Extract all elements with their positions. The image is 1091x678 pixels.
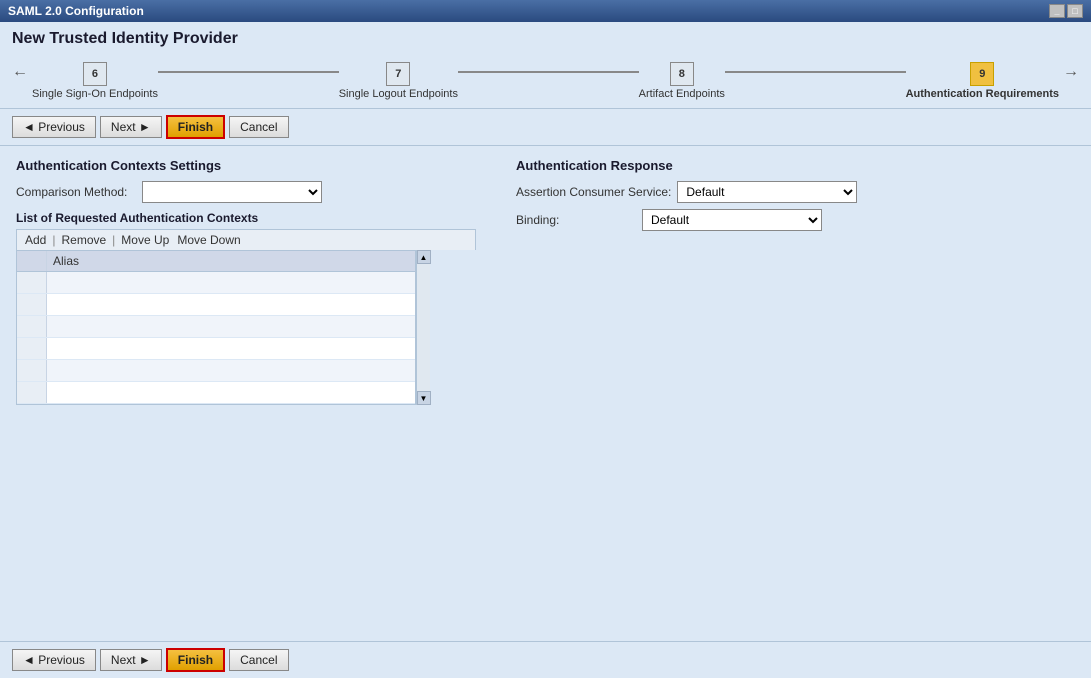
wizard-step-7-num: 7	[386, 62, 410, 86]
bottom-toolbar: ◄ Previous Next ► Finish Cancel	[0, 641, 1091, 678]
content-area: Authentication Contexts Settings Compari…	[0, 146, 1091, 641]
step-line-7-8	[458, 71, 639, 73]
step-line-8-9	[725, 71, 906, 73]
assertion-consumer-label: Assertion Consumer Service:	[516, 185, 671, 199]
table-row	[17, 338, 415, 360]
left-panel: Authentication Contexts Settings Compari…	[16, 158, 476, 629]
minimize-button[interactable]: _	[1049, 4, 1065, 18]
wizard-step-8-label: Artifact Endpoints	[639, 88, 725, 100]
auth-context-list: Alias	[16, 250, 476, 405]
list-table-header: Alias	[17, 251, 415, 272]
right-panel: Authentication Response Assertion Consum…	[516, 158, 1075, 629]
top-cancel-button[interactable]: Cancel	[229, 116, 288, 138]
row-num-1	[17, 272, 47, 293]
sep-2: |	[112, 233, 115, 247]
auth-contexts-section-title: Authentication Contexts Settings	[16, 158, 476, 173]
wizard-step-8: 8 Artifact Endpoints	[639, 62, 725, 100]
auth-response-section-title: Authentication Response	[516, 158, 1075, 173]
assertion-consumer-row: Assertion Consumer Service: Default	[516, 181, 1075, 203]
step-line-6-7	[158, 71, 339, 73]
binding-select[interactable]: Default	[642, 209, 822, 231]
assertion-consumer-select[interactable]: Default	[677, 181, 857, 203]
wizard-step-7: 7 Single Logout Endpoints	[339, 62, 458, 100]
row-num-3	[17, 316, 47, 337]
window-header: New Trusted Identity Provider ← 6 Single…	[0, 22, 1091, 109]
comparison-method-select[interactable]: exact minimum maximum better	[142, 181, 322, 203]
row-alias-6	[47, 382, 415, 403]
wizard-step-9-num: 9	[970, 62, 994, 86]
row-num-2	[17, 294, 47, 315]
wizard-arrow-right-icon: →	[1063, 63, 1079, 81]
bottom-next-button[interactable]: Next ►	[100, 649, 162, 671]
title-bar: SAML 2.0 Configuration _ □	[0, 0, 1091, 22]
row-alias-3	[47, 316, 415, 337]
remove-button[interactable]: Remove	[57, 232, 110, 248]
row-alias-2	[47, 294, 415, 315]
bottom-cancel-button[interactable]: Cancel	[229, 649, 288, 671]
list-table: Alias	[16, 250, 416, 405]
row-num-4	[17, 338, 47, 359]
wizard-steps: ← 6 Single Sign-On Endpoints 7 Single Lo…	[12, 56, 1079, 104]
row-alias-1	[47, 272, 415, 293]
page-title: New Trusted Identity Provider	[12, 30, 1079, 48]
row-alias-4	[47, 338, 415, 359]
binding-row: Binding: Default	[516, 209, 1075, 231]
comparison-method-label: Comparison Method:	[16, 185, 136, 199]
table-row	[17, 294, 415, 316]
wizard-step-6-label: Single Sign-On Endpoints	[32, 88, 158, 100]
row-num-6	[17, 382, 47, 403]
main-window: New Trusted Identity Provider ← 6 Single…	[0, 22, 1091, 678]
list-section-title: List of Requested Authentication Context…	[16, 211, 476, 225]
table-row	[17, 360, 415, 382]
top-previous-button[interactable]: ◄ Previous	[12, 116, 96, 138]
title-bar-controls: _ □	[1049, 4, 1083, 18]
list-toolbar: Add | Remove | Move Up Move Down	[16, 229, 476, 250]
bottom-previous-button[interactable]: ◄ Previous	[12, 649, 96, 671]
restore-button[interactable]: □	[1067, 4, 1083, 18]
top-next-button[interactable]: Next ►	[100, 116, 162, 138]
table-row	[17, 316, 415, 338]
add-button[interactable]: Add	[21, 232, 50, 248]
wizard-step-6: 6 Single Sign-On Endpoints	[32, 62, 158, 100]
row-alias-5	[47, 360, 415, 381]
list-header-num	[17, 251, 47, 271]
scroll-up-button[interactable]: ▲	[417, 250, 431, 264]
move-up-button[interactable]: Move Up	[117, 232, 173, 248]
scroll-down-button[interactable]: ▼	[417, 391, 431, 405]
top-finish-button[interactable]: Finish	[166, 115, 225, 139]
wizard-arrow-left-icon: ←	[12, 63, 28, 81]
list-scrollbar[interactable]: ▲ ▼	[416, 250, 430, 405]
comparison-method-row: Comparison Method: exact minimum maximum…	[16, 181, 476, 203]
list-header-alias: Alias	[47, 251, 415, 271]
table-row	[17, 272, 415, 294]
table-row	[17, 382, 415, 404]
move-down-button[interactable]: Move Down	[173, 232, 244, 248]
top-toolbar: ◄ Previous Next ► Finish Cancel	[0, 109, 1091, 146]
wizard-step-7-label: Single Logout Endpoints	[339, 88, 458, 100]
wizard-step-8-num: 8	[670, 62, 694, 86]
wizard-step-9-label: Authentication Requirements	[906, 88, 1059, 100]
binding-label: Binding:	[516, 213, 636, 227]
bottom-finish-button[interactable]: Finish	[166, 648, 225, 672]
sep-1: |	[52, 233, 55, 247]
wizard-step-9: 9 Authentication Requirements	[906, 62, 1059, 100]
wizard-step-6-num: 6	[83, 62, 107, 86]
row-num-5	[17, 360, 47, 381]
title-bar-text: SAML 2.0 Configuration	[8, 4, 144, 18]
